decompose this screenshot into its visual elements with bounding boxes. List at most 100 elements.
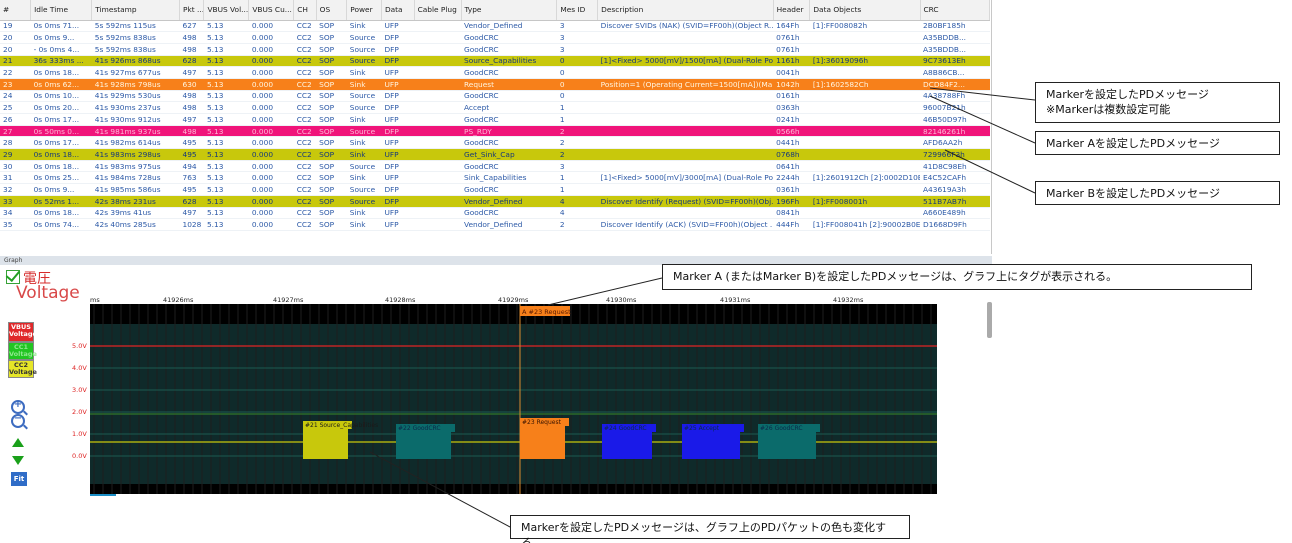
table-cell: 498 <box>179 90 204 103</box>
table-cell: Sink <box>346 136 382 150</box>
table-cell: SOP <box>316 125 347 138</box>
table-cell: Sink <box>346 148 382 161</box>
table-cell: Source <box>346 55 382 68</box>
table-cell: 0041h <box>773 66 810 79</box>
callout-marker: Markerを設定したPDメッセージ ※Markerは複数設定可能 <box>1035 82 1280 123</box>
legend-vbus-voltage[interactable]: VBUS Voltage <box>8 322 37 342</box>
table-row[interactable]: 23 0s 0ms 62... 41s 928ms 798us 630 5.13 0.00… <box>0 78 990 91</box>
table-cell: 0.000 <box>248 101 294 114</box>
table-cell: 3 <box>556 160 598 173</box>
column-header[interactable]: # <box>0 0 32 21</box>
table-row[interactable]: 21 36s 333ms ... 41s 926ms 868us 628 5.13 0.0… <box>0 55 990 68</box>
up-arrow-icon[interactable] <box>12 438 24 447</box>
table-cell <box>414 101 461 114</box>
table-cell: CC2 <box>293 66 317 79</box>
table-cell: 41D8C98Eh <box>920 160 990 173</box>
table-cell: UFP <box>381 78 415 91</box>
column-header[interactable]: OS <box>316 0 348 21</box>
legend-cc1-voltage[interactable]: CC1 Voltage <box>8 342 37 360</box>
table-cell: 498 <box>179 125 204 138</box>
panel-splitter[interactable] <box>987 302 992 338</box>
table-cell: 82146261h <box>920 125 990 138</box>
table-cell <box>597 136 774 150</box>
table-cell: 0 <box>556 90 598 103</box>
callout-graph-tag: Marker A (またはMarker B)を設定したPDメッセージは、グラフ上… <box>662 264 1252 290</box>
column-header[interactable]: Cable Plug <box>414 0 462 21</box>
column-header[interactable]: Data <box>381 0 415 21</box>
column-header[interactable]: Description <box>597 0 774 21</box>
column-header[interactable]: Data Objects <box>809 0 921 21</box>
y-tick-label: 4.0V <box>72 364 87 372</box>
table-cell: 498 <box>179 101 204 114</box>
checkbox-checked-icon[interactable] <box>6 270 20 284</box>
table-row[interactable]: 22 0s 0ms 18... 41s 927ms 677us 497 5.13 0.00… <box>0 66 990 79</box>
table-row[interactable]: 19 0s 0ms 71... 5s 592ms 115us 627 5.13 0.000… <box>0 20 990 33</box>
column-header[interactable]: VBUS Vol... <box>203 0 250 21</box>
column-header[interactable]: Idle Time <box>30 0 93 21</box>
table-cell: 0 <box>556 78 598 91</box>
table-cell: Request <box>461 78 557 91</box>
column-header[interactable]: Mes ID <box>556 0 599 21</box>
column-header[interactable]: VBUS Cu... <box>248 0 295 21</box>
column-header[interactable]: Power <box>346 0 382 21</box>
column-header[interactable]: Timestamp <box>91 0 181 21</box>
table-cell: [1]:FF008001h <box>809 195 920 208</box>
table-row[interactable]: 32 0s 0ms 9... 41s 985ms 586us 495 5.13 0.000… <box>0 183 990 196</box>
table-cell: 0.000 <box>248 171 294 185</box>
table-row[interactable]: 33 0s 52ms 1... 42s 38ms 231us 628 5.13 0.000… <box>0 195 990 208</box>
table-cell: 0841h <box>773 207 810 220</box>
table-cell: Sink <box>346 171 382 185</box>
table-cell: DFP <box>381 101 415 114</box>
table-cell: 42s 40ms 285us <box>91 218 180 231</box>
table-row[interactable]: 27 0s 50ms 0... 41s 981ms 937us 498 5.13 0.00… <box>0 125 990 138</box>
column-header[interactable]: Type <box>461 0 558 21</box>
table-row[interactable]: 30 0s 0ms 18... 41s 983ms 975us 494 5.13 0.00… <box>0 160 990 173</box>
pd-packet <box>396 432 451 459</box>
table-cell: DFP <box>381 125 415 138</box>
table-row[interactable]: 34 0s 0ms 18... 42s 39ms 41us 497 5.13 0.000 C… <box>0 207 990 220</box>
table-cell: 494 <box>179 160 204 173</box>
table-cell: 0761h <box>773 43 810 56</box>
column-header[interactable]: Header <box>773 0 811 21</box>
table-cell: 0.000 <box>248 183 294 196</box>
table-row[interactable]: 24 0s 0ms 10... 41s 929ms 530us 498 5.13 0.00… <box>0 90 990 103</box>
column-header[interactable]: CRC <box>920 0 990 21</box>
table-row[interactable]: 28 0s 0ms 17... 41s 982ms 614us 495 5.13 0.00… <box>0 136 990 150</box>
time-tick-label: 41929ms <box>498 296 529 304</box>
table-row[interactable]: 31 0s 0ms 25... 41s 984ms 728us 763 5.13 0.00… <box>0 171 990 185</box>
down-arrow-icon[interactable] <box>12 456 24 465</box>
legend-cc2-voltage[interactable]: CC2 Voltage <box>8 360 37 378</box>
table-cell: 41s 930ms 237us <box>91 101 180 114</box>
column-header[interactable]: CH <box>293 0 317 21</box>
plot-scrollbar[interactable] <box>90 494 116 496</box>
table-row[interactable]: 29 0s 0ms 18... 41s 983ms 298us 495 5.13 0.00… <box>0 148 990 161</box>
fit-button[interactable]: Fit <box>11 472 27 486</box>
table-cell <box>597 183 774 196</box>
zoom-out-icon[interactable]: − <box>11 413 25 428</box>
table-cell: 0361h <box>773 183 810 196</box>
table-cell: 0241h <box>773 113 810 126</box>
table-cell: Source <box>346 183 382 196</box>
table-cell <box>597 66 774 79</box>
y-tick-label: 2.0V <box>72 408 87 416</box>
table-cell: [1]<Fixed> 5000[mV]/1500[mA] (Dual-Role … <box>597 55 774 68</box>
zoom-in-icon[interactable]: + <box>11 399 25 414</box>
table-cell: SOP <box>316 183 347 196</box>
table-row[interactable]: 20- 0s 0ms 4... 5s 592ms 838us 498 5.13 0.00… <box>0 43 990 56</box>
table-row[interactable]: 20 0s 0ms 9... 5s 592ms 838us 498 5.13 0.000 C… <box>0 31 990 44</box>
table-cell: DFP <box>381 160 415 173</box>
table-row[interactable]: 26 0s 0ms 17... 41s 930ms 912us 497 5.13 0.00… <box>0 113 990 126</box>
column-header[interactable]: Pkt ... <box>179 0 205 21</box>
table-row[interactable]: 35 0s 0ms 74... 42s 40ms 285us 1028 5.13 0.00… <box>0 218 990 231</box>
table-cell: 20 <box>0 43 31 56</box>
table-cell: CC2 <box>293 101 317 114</box>
table-cell: Vendor_Defined <box>461 218 557 231</box>
table-row[interactable]: 25 0s 0ms 20... 41s 930ms 237us 498 5.13 0.00… <box>0 101 990 114</box>
table-cell: 0s 0ms 71... <box>30 20 92 33</box>
table-cell: UFP <box>381 20 415 33</box>
table-cell: 630 <box>179 78 204 91</box>
table-cell: CC2 <box>293 90 317 103</box>
table-cell: Source <box>346 195 382 208</box>
table-cell: CC2 <box>293 31 317 44</box>
voltage-plot[interactable]: A #23 Request #21 Source_Capabilities #22 … <box>90 304 937 494</box>
